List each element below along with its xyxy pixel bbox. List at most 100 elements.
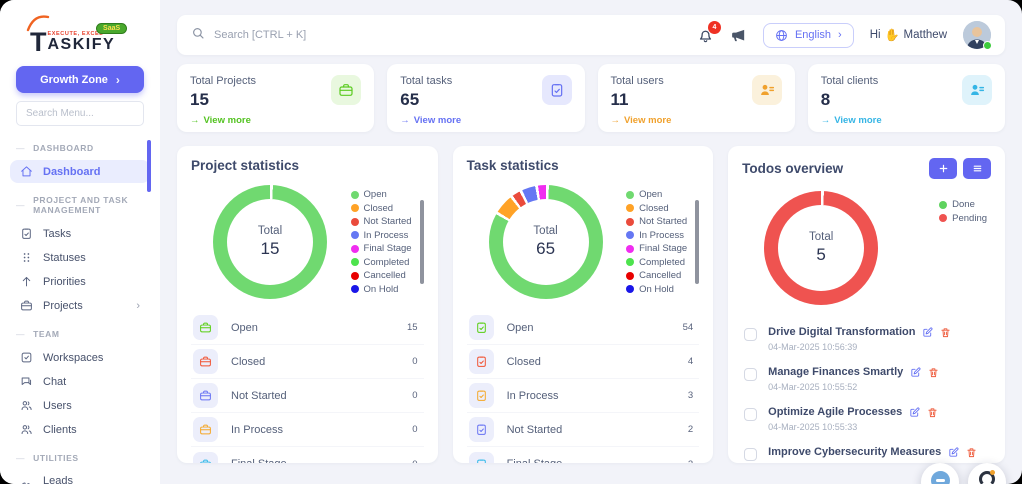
add-todo-button[interactable]	[929, 158, 958, 179]
sidebar-item-clients[interactable]: Clients	[10, 418, 150, 441]
legend-item: Open	[350, 189, 412, 200]
arrow-right-icon: →	[400, 115, 410, 126]
global-search-input[interactable]	[214, 29, 697, 41]
view-more-link[interactable]: → View more	[190, 115, 361, 126]
project-statistics-card: Project statistics Total 15 Open Closed Not…	[177, 146, 438, 463]
todos-overview-card: Todos overview Total 5 Done Pending Driv…	[728, 146, 1006, 463]
status-label: Not Started	[231, 389, 287, 402]
arrow-right-icon: →	[610, 115, 621, 126]
sidebar-scrollbar-thumb[interactable]	[147, 140, 151, 192]
chart-legend: Open Closed Not Started In Process Final Sta…	[350, 189, 412, 295]
legend-dot-icon	[350, 258, 359, 267]
sidebar-item-label: Clients	[43, 423, 77, 436]
arrow-right-icon: →	[820, 115, 831, 126]
status-label: Not Started	[506, 423, 563, 436]
todo-date: 04-Mar-2025 10:55:52	[768, 382, 858, 392]
growth-zone-button[interactable]: Growth Zone ›	[16, 66, 144, 93]
chevron-right-icon: ›	[838, 29, 842, 41]
briefcase-icon	[193, 349, 218, 374]
legend-item: Cancelled	[350, 270, 412, 281]
view-more-link[interactable]: → View more	[821, 115, 992, 126]
notifications-button[interactable]: 4	[697, 20, 721, 44]
todo-checkbox[interactable]	[744, 328, 758, 341]
stat-card-total-clients: Total clients 8 → View more	[807, 64, 1005, 132]
status-label: Open	[506, 321, 534, 334]
status-label: In Process	[231, 423, 283, 436]
announcement-button[interactable]	[730, 27, 747, 44]
sidebar-item-projects[interactable]: Projects ›	[10, 294, 150, 317]
legend-scrollbar[interactable]	[419, 200, 424, 284]
sidebar-item-priorities[interactable]: Priorities	[10, 270, 150, 293]
app-window: T EXECUTE, EXCEL ASKIFY SaaS Growth Zone…	[0, 0, 1022, 484]
user-greeting: Hi ✋ Matthew	[869, 28, 947, 42]
clipboard-check-icon	[476, 322, 486, 333]
view-more-link[interactable]: → View more	[611, 115, 782, 126]
sidebar-section-label: TEAM	[10, 318, 150, 345]
legend-scrollbar[interactable]	[695, 200, 700, 284]
sidebar-item-leads-management[interactable]: Leads Management ›	[10, 470, 150, 484]
stat-card-total-projects: Total Projects 15 → View more	[177, 64, 375, 132]
legend-dot-icon	[626, 204, 635, 213]
legend-dot-icon	[626, 231, 635, 240]
sidebar-search-input[interactable]	[16, 101, 144, 126]
stats-row: Total Projects 15 → View more Total tasks…	[177, 64, 1005, 132]
delete-icon[interactable]	[927, 407, 938, 418]
todo-list: Drive Digital Transformation 04-Mar-2025…	[742, 319, 991, 463]
delete-icon[interactable]	[940, 327, 951, 338]
edit-icon[interactable]	[909, 406, 920, 418]
chat-bubble-icon	[930, 471, 950, 484]
sidebar-item-users[interactable]: Users	[10, 394, 150, 417]
sidebar-section-label: UTILITIES	[10, 442, 150, 469]
sidebar-item-label: Statuses	[43, 251, 86, 264]
todo-title: Manage Finances Smartly	[768, 366, 904, 378]
chart-legend: Open Closed Not Started In Process Final Sta…	[626, 189, 687, 295]
sidebar-item-workspaces[interactable]: Workspaces	[10, 346, 150, 369]
todo-list-button[interactable]	[963, 158, 992, 179]
grid-dots-icon	[23, 253, 30, 262]
profile-widget-button[interactable]	[968, 463, 1006, 484]
status-row-not-started: Not Started 0	[191, 379, 424, 413]
edit-icon[interactable]	[922, 326, 933, 338]
clipboard-check-icon	[468, 315, 494, 340]
support-chat-button[interactable]	[921, 463, 959, 484]
status-label: In Process	[506, 389, 559, 402]
sidebar-item-dashboard[interactable]: Dashboard	[10, 160, 150, 183]
view-more-link[interactable]: → View more	[400, 115, 571, 126]
app-logo[interactable]: T EXECUTE, EXCEL ASKIFY SaaS	[0, 12, 160, 56]
todo-date: 04-Mar-2025 10:55:33	[768, 422, 858, 432]
todo-checkbox[interactable]	[744, 368, 758, 381]
sidebar-item-tasks[interactable]: Tasks	[10, 222, 150, 245]
avatar[interactable]	[963, 21, 992, 50]
todo-checkbox[interactable]	[744, 448, 758, 461]
briefcase-icon	[339, 84, 353, 96]
sidebar-section-team: TEAM Workspaces Chat Users Clients	[10, 318, 150, 441]
briefcase-icon	[193, 451, 218, 463]
status-label: Closed	[506, 355, 541, 368]
saas-badge: SaaS	[96, 23, 128, 34]
task-statistics-card: Task statistics Total 65 Open Closed Not St…	[452, 146, 714, 463]
stat-card-total-users: Total users 11 → View more	[597, 64, 795, 132]
delete-icon[interactable]	[928, 367, 939, 378]
logo-text: ASKIFY	[47, 36, 116, 53]
users-icon	[21, 425, 32, 435]
sidebar-item-chat[interactable]: Chat	[10, 370, 150, 393]
globe-icon	[776, 29, 787, 41]
delete-icon[interactable]	[966, 447, 977, 458]
project-status-list: Open 15 Closed 0 Not Started 0 In Proces…	[191, 311, 424, 463]
sidebar: T EXECUTE, EXCEL ASKIFY SaaS Growth Zone…	[0, 0, 160, 484]
chart-legend: Done Pending	[939, 199, 987, 224]
sidebar-item-statuses[interactable]: Statuses	[10, 246, 150, 269]
topbar: 4 English › Hi ✋ Matthew	[177, 15, 1005, 55]
edit-icon[interactable]	[948, 446, 959, 458]
arrow-right-icon: →	[190, 115, 200, 126]
language-selector[interactable]: English ›	[762, 22, 854, 48]
card-title: Todos overview	[742, 161, 844, 176]
status-label: Final Stage	[231, 458, 287, 463]
clipboard-check-icon	[476, 390, 486, 401]
status-row-closed: Closed 4	[466, 345, 700, 379]
todo-checkbox[interactable]	[744, 408, 758, 421]
phone-icon	[22, 482, 31, 484]
legend-item: Closed	[350, 203, 412, 214]
legend-dot-icon	[350, 190, 359, 199]
edit-icon[interactable]	[910, 366, 921, 378]
